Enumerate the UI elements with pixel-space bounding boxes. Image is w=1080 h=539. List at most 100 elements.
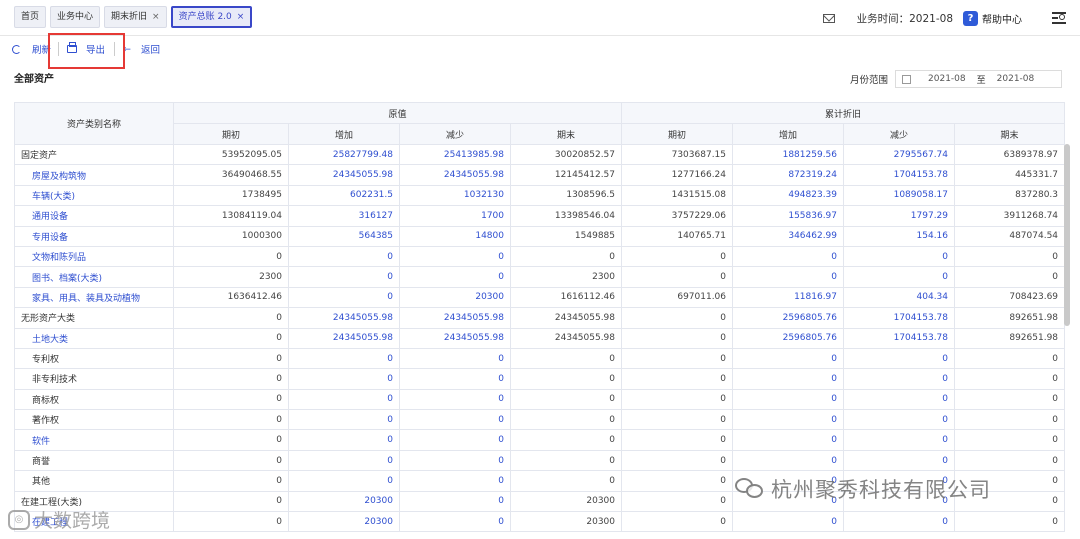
value-cell[interactable]: 0 [843, 429, 956, 451]
value-cell[interactable]: 0 [288, 347, 400, 370]
table-row[interactable]: 商誉 0 0 0 0 0 0 0 0 [14, 449, 1066, 472]
value-cell[interactable]: 20300 [288, 511, 400, 533]
table-row[interactable]: 无形资产大类 0 24345055.98 24345055.98 24345055.98… [14, 307, 1066, 329]
tab-3[interactable]: 资产总账 2.0 × [170, 6, 253, 28]
refresh-button[interactable]: 刷新 [12, 42, 51, 56]
value-cell[interactable]: 0 [288, 388, 400, 411]
value-cell[interactable]: 0 [399, 388, 511, 411]
value-cell[interactable]: 24345055.98 [288, 164, 400, 186]
value-cell[interactable]: 20300 [288, 490, 400, 513]
value-cell[interactable]: 0 [843, 368, 956, 390]
value-cell[interactable]: 0 [843, 409, 956, 431]
value-cell[interactable]: 0 [399, 347, 511, 370]
table-row[interactable]: 商标权 0 0 0 0 0 0 0 0 [14, 388, 1066, 411]
tab-2[interactable]: 期末折旧 × [104, 6, 167, 28]
value-cell[interactable]: 24345055.98 [288, 307, 400, 329]
value-cell[interactable]: 0 [843, 511, 956, 533]
value-cell[interactable]: 0 [732, 245, 845, 268]
category-name-cell[interactable]: 图书、档案(大类) [14, 266, 174, 288]
value-cell[interactable]: 1700 [399, 205, 511, 227]
value-cell[interactable]: 564385 [288, 225, 400, 247]
value-cell[interactable]: 0 [843, 245, 956, 268]
value-cell[interactable]: 0 [288, 470, 400, 492]
value-cell[interactable]: 0 [843, 347, 956, 370]
value-cell[interactable]: 1881259.56 [732, 143, 845, 166]
column-header-0[interactable]: 期初 [173, 123, 289, 145]
category-name-cell[interactable]: 专用设备 [14, 225, 174, 247]
value-cell[interactable]: 0 [288, 429, 400, 451]
value-cell[interactable]: 0 [399, 409, 511, 431]
value-cell[interactable]: 14800 [399, 225, 511, 247]
value-cell[interactable]: 24345055.98 [288, 327, 400, 349]
table-row[interactable]: 在建工程 0 20300 0 20300 0 0 0 0 [14, 511, 1066, 533]
value-cell[interactable]: 155836.97 [732, 205, 845, 227]
help-center-button[interactable]: ? 帮助中心 [963, 10, 1022, 26]
value-cell[interactable]: 25827799.48 [288, 143, 400, 166]
value-cell[interactable]: 25413985.98 [399, 143, 511, 166]
back-button[interactable]: ← 返回 [123, 42, 160, 57]
value-cell[interactable]: 154.16 [843, 225, 956, 247]
column-header-2[interactable]: 减少 [399, 123, 511, 145]
value-cell[interactable]: 346462.99 [732, 225, 845, 247]
table-row[interactable]: 图书、档案(大类) 2300 0 0 2300 0 0 0 0 [14, 266, 1066, 288]
value-cell[interactable]: 0 [399, 470, 511, 492]
column-header-1[interactable]: 增加 [288, 123, 400, 145]
mail-icon[interactable] [822, 13, 835, 23]
value-cell[interactable]: 0 [843, 388, 956, 411]
close-icon[interactable]: × [237, 8, 245, 26]
value-cell[interactable]: 20300 [399, 286, 511, 309]
value-cell[interactable]: 0 [732, 368, 845, 390]
value-cell[interactable]: 24345055.98 [399, 164, 511, 186]
value-cell[interactable]: 0 [399, 449, 511, 472]
value-cell[interactable]: 0 [399, 490, 511, 513]
table-row[interactable]: 通用设备 13084119.04 316127 1700 13398546.04 3757… [14, 205, 1066, 227]
table-row[interactable]: 专利权 0 0 0 0 0 0 0 0 [14, 347, 1066, 370]
category-name-cell[interactable]: 通用设备 [14, 205, 174, 227]
value-cell[interactable]: 0 [732, 266, 845, 288]
value-cell[interactable]: 24345055.98 [399, 327, 511, 349]
value-cell[interactable]: 0 [399, 511, 511, 533]
column-header-5[interactable]: 增加 [732, 123, 845, 145]
value-cell[interactable]: 1089058.17 [843, 184, 956, 207]
value-cell[interactable]: 0 [288, 368, 400, 390]
value-cell[interactable]: 0 [288, 409, 400, 431]
tab-0[interactable]: 首页 [14, 6, 47, 28]
table-row[interactable]: 专用设备 1000300 564385 14800 1549885 140765.71 34… [14, 225, 1066, 247]
column-header-4[interactable]: 期初 [621, 123, 734, 145]
table-row[interactable]: 固定资产 53952095.05 25827799.48 25413985.98 300… [14, 143, 1066, 166]
month-range-picker[interactable]: 2021-08 至 2021-08 [895, 70, 1063, 88]
column-header-category-name[interactable]: 资产类别名称 [14, 102, 174, 145]
value-cell[interactable]: 0 [732, 347, 845, 370]
value-cell[interactable]: 1704153.78 [843, 307, 956, 329]
value-cell[interactable]: 1032130 [399, 184, 511, 207]
table-row[interactable]: 软件 0 0 0 0 0 0 0 0 [14, 429, 1066, 451]
category-name-cell[interactable]: 车辆(大类) [14, 184, 174, 207]
column-header-3[interactable]: 期末 [509, 123, 623, 145]
category-name-cell[interactable]: 文物和陈列品 [14, 245, 174, 268]
category-name-cell[interactable]: 家具、用具、装具及动植物 [14, 286, 174, 309]
category-name-cell[interactable]: 房屋及构筑物 [14, 164, 174, 186]
value-cell[interactable]: 0 [399, 266, 511, 288]
value-cell[interactable]: 872319.24 [732, 164, 845, 186]
table-scrollbar[interactable] [1064, 144, 1070, 326]
value-cell[interactable]: 404.34 [843, 286, 956, 309]
table-row[interactable]: 房屋及构筑物 36490468.55 24345055.98 24345055.98 1… [14, 164, 1066, 186]
value-cell[interactable]: 316127 [288, 205, 400, 227]
value-cell[interactable]: 1704153.78 [843, 164, 956, 186]
value-cell[interactable]: 0 [732, 429, 845, 451]
value-cell[interactable]: 0 [732, 409, 845, 431]
value-cell[interactable]: 1704153.78 [843, 327, 956, 349]
value-cell[interactable]: 2795567.74 [843, 143, 956, 166]
search-list-icon[interactable] [1052, 11, 1068, 25]
value-cell[interactable]: 0 [732, 511, 845, 533]
table-row[interactable]: 文物和陈列品 0 0 0 0 0 0 0 0 [14, 245, 1066, 268]
value-cell[interactable]: 0 [732, 449, 845, 472]
value-cell[interactable]: 0 [399, 368, 511, 390]
value-cell[interactable]: 24345055.98 [399, 307, 511, 329]
value-cell[interactable]: 2596805.76 [732, 327, 845, 349]
value-cell[interactable]: 494823.39 [732, 184, 845, 207]
value-cell[interactable]: 1797.29 [843, 205, 956, 227]
category-name-cell[interactable]: 软件 [14, 429, 174, 451]
value-cell[interactable]: 0 [399, 245, 511, 268]
close-icon[interactable]: × [152, 7, 160, 27]
